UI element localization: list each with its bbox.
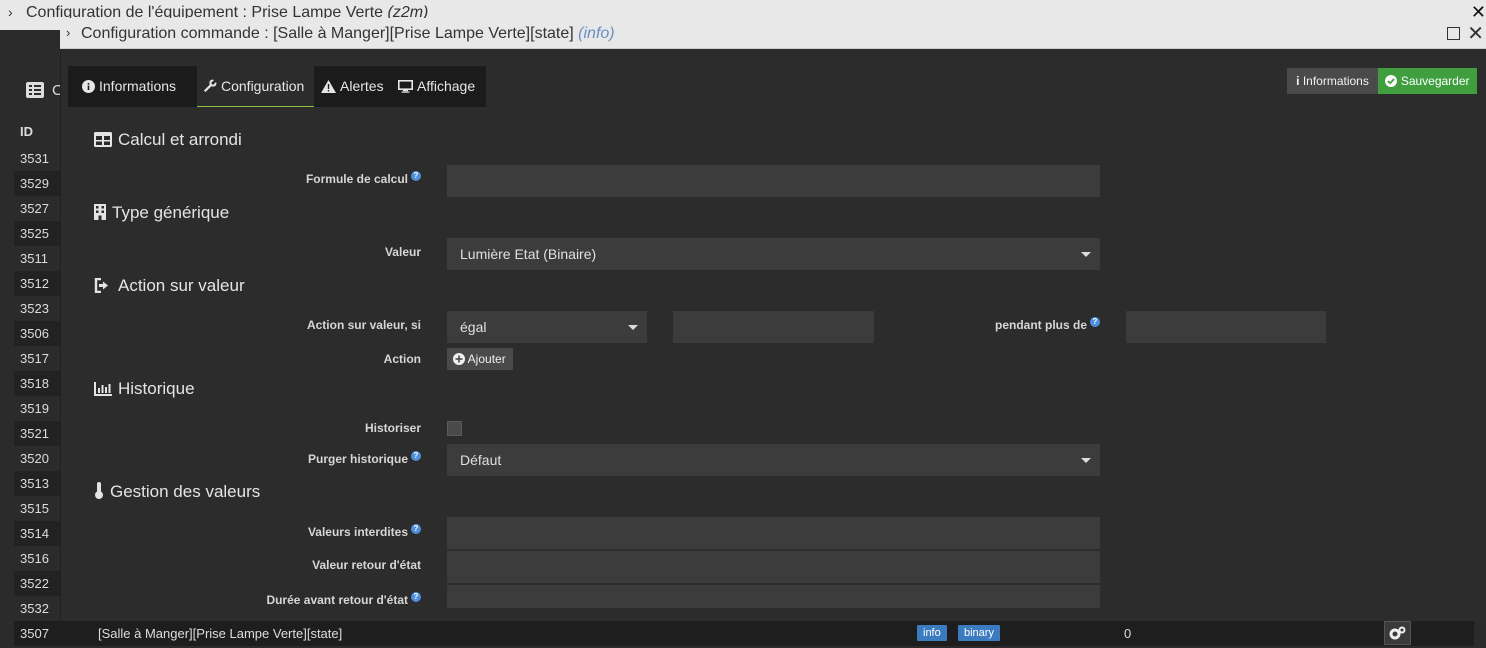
tab-configuration[interactable]: Configuration (197, 66, 314, 107)
chevron-right-icon: › (8, 4, 13, 20)
purge-select[interactable]: Défaut (447, 444, 1100, 476)
generic-type-select[interactable]: Lumière Etat (Binaire) (447, 238, 1100, 270)
action-label: Action (383, 352, 421, 366)
table-icon (94, 132, 112, 147)
caret-down-icon (1081, 458, 1091, 463)
section-title-action: Action sur valeur (94, 276, 245, 296)
historize-checkbox[interactable] (447, 421, 462, 436)
forbidden-values-label: Valeurs interdites? (308, 524, 421, 539)
operator-selected: égal (460, 319, 487, 335)
duration-label: pendant plus de? (995, 317, 1100, 332)
table-row-id[interactable]: 3522 (14, 571, 60, 596)
table-row-id[interactable]: 3531 (14, 146, 60, 171)
tab-affichage[interactable]: Affichage (398, 66, 475, 107)
table-row-id[interactable]: 3516 (14, 546, 60, 571)
thermometer-icon (95, 482, 103, 499)
informations-button[interactable]: i Informations (1287, 68, 1378, 94)
return-delay-label: Durée avant retour d'état? (266, 592, 421, 607)
add-action-button[interactable]: Ajouter (447, 348, 513, 370)
maximize-icon[interactable] (1447, 27, 1460, 40)
row-value: 0 (1124, 626, 1132, 641)
warning-icon (321, 80, 336, 93)
table-row-id[interactable]: 3514 (14, 521, 60, 546)
table-row-id[interactable]: 3512 (14, 271, 60, 296)
section-title-generic: Type générique (94, 203, 229, 223)
table-row-id[interactable]: 3518 (14, 371, 60, 396)
info-circle-icon (82, 80, 95, 93)
table-row-id[interactable]: 3520 (14, 446, 60, 471)
help-icon[interactable]: ? (411, 524, 421, 534)
table-row-id[interactable]: 3515 (14, 496, 60, 521)
command-dialog-titlebar[interactable]: › Configuration commande : [Salle à Mang… (60, 18, 1486, 49)
tab-bar: Informations Configuration Alertes Affic… (68, 66, 486, 107)
save-button[interactable]: Sauvegarder (1378, 68, 1477, 94)
table-row-id[interactable]: 3519 (14, 396, 60, 421)
table-row-id[interactable]: 3532 (14, 596, 60, 621)
tab-alertes[interactable]: Alertes (321, 66, 384, 107)
return-value-label: Valeur retour d'état (312, 558, 421, 572)
close-icon[interactable]: ✕ (1467, 21, 1484, 46)
subtype-badge: binary (958, 625, 1000, 641)
caret-down-icon (1081, 252, 1091, 257)
purge-label: Purger historique? (308, 451, 421, 466)
purge-selected: Défaut (460, 452, 502, 468)
type-badge: info (917, 625, 947, 641)
list-icon (26, 82, 44, 98)
historize-label: Historiser (364, 421, 421, 435)
table-row-id[interactable]: 3529 (14, 171, 60, 196)
operator-select[interactable]: égal (447, 311, 647, 343)
table-row-id[interactable]: 3517 (14, 346, 60, 371)
help-icon[interactable]: ? (411, 592, 421, 602)
plus-circle-icon (453, 353, 465, 365)
section-title-history: Historique (94, 379, 195, 399)
compare-value-input[interactable] (673, 311, 874, 343)
generic-value-label: Valeur (384, 245, 421, 259)
sign-out-icon (94, 277, 108, 294)
return-delay-input[interactable] (447, 585, 1100, 608)
bar-chart-icon (94, 382, 112, 396)
chevron-right-icon: › (66, 25, 71, 40)
row-command-name: [Salle à Manger][Prise Lampe Verte][stat… (98, 626, 343, 641)
table-row-id[interactable]: 3527 (14, 196, 60, 221)
table-row-id[interactable]: 3521 (14, 421, 60, 446)
help-icon[interactable]: ? (1090, 317, 1100, 327)
dialog-scrollbar[interactable] (1478, 100, 1486, 600)
duration-input[interactable] (1126, 311, 1326, 343)
check-circle-icon (1385, 75, 1398, 87)
table-row-id[interactable]: 3523 (14, 296, 60, 321)
section-title-values: Gestion des valeurs (94, 482, 260, 502)
gears-icon (1389, 626, 1406, 640)
row-id: 3507 (20, 626, 49, 641)
advanced-config-button[interactable] (1384, 621, 1411, 645)
formula-label: Formule de calcul? (306, 171, 421, 186)
info-icon: i (1296, 74, 1300, 88)
table-row-id[interactable]: 3513 (14, 471, 60, 496)
command-dialog-title: Configuration commande : [Salle à Manger… (81, 25, 615, 42)
table-row-id[interactable]: 3506 (14, 321, 60, 346)
help-icon[interactable]: ? (411, 451, 421, 461)
table-row-id[interactable]: 3511 (14, 246, 60, 271)
building-icon (94, 204, 106, 220)
monitor-icon (398, 80, 413, 93)
caret-down-icon (628, 325, 638, 330)
section-title-calc: Calcul et arrondi (94, 130, 242, 150)
wrench-icon (204, 79, 217, 92)
id-column-header: ID (20, 124, 33, 139)
table-row-id[interactable]: 3525 (14, 221, 60, 246)
table-row[interactable]: 3507 [Salle à Manger][Prise Lampe Verte]… (14, 621, 1474, 646)
formula-input[interactable] (447, 165, 1100, 197)
condition-label: Action sur valeur, si (306, 318, 421, 332)
generic-type-selected: Lumière Etat (Binaire) (460, 246, 597, 262)
return-value-input[interactable] (447, 551, 1100, 583)
tab-informations[interactable]: Informations (82, 66, 176, 107)
forbidden-values-input[interactable] (447, 517, 1100, 549)
help-icon[interactable]: ? (411, 171, 421, 181)
